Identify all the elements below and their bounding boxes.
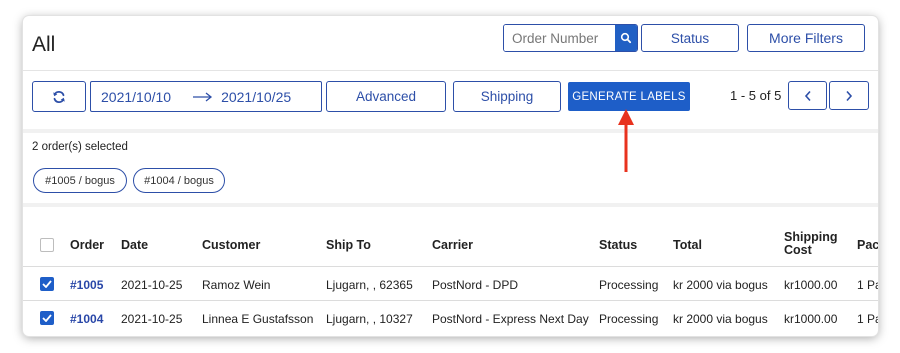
chevron-left-icon bbox=[804, 90, 811, 101]
date-to[interactable]: 2021/10/25 bbox=[221, 89, 291, 105]
column-header-label: Cost bbox=[784, 243, 812, 257]
order-date: 2021-10-25 bbox=[121, 278, 183, 292]
chevron-right-icon bbox=[846, 90, 853, 101]
search-icon bbox=[620, 32, 632, 44]
carrier: PostNord - Express Next Day bbox=[432, 312, 589, 326]
check-icon bbox=[42, 314, 52, 322]
row-checkbox[interactable] bbox=[40, 277, 54, 291]
check-icon bbox=[42, 280, 52, 288]
divider bbox=[23, 129, 878, 133]
refresh-icon bbox=[53, 90, 65, 103]
page-title: All bbox=[32, 33, 56, 56]
order-total: kr 2000 via bogus bbox=[673, 312, 768, 326]
column-header-label: Shipping bbox=[784, 230, 838, 244]
more-filters-button[interactable]: More Filters bbox=[747, 24, 865, 52]
column-header-total[interactable]: Total bbox=[673, 238, 702, 252]
column-header-shipping-cost[interactable]: Shipping Cost bbox=[784, 231, 837, 257]
ship-to: Ljugarn, , 10327 bbox=[326, 312, 413, 326]
column-header-order[interactable]: Order bbox=[70, 238, 104, 252]
column-header-ship-to[interactable]: Ship To bbox=[326, 238, 371, 252]
annotation-arrow-icon bbox=[618, 109, 634, 172]
generate-labels-button[interactable]: GENERATE LABELS bbox=[568, 82, 690, 111]
orders-panel: All Status More Filters 2021/10/10 bbox=[23, 16, 878, 336]
order-link[interactable]: #1005 bbox=[70, 278, 103, 292]
next-page-button[interactable] bbox=[829, 81, 869, 110]
pagination-info: 1 - 5 of 5 bbox=[730, 88, 782, 103]
row-divider bbox=[23, 300, 878, 301]
packages: 1 Pa bbox=[857, 278, 878, 292]
column-header-carrier[interactable]: Carrier bbox=[432, 238, 473, 252]
selected-order-chip[interactable]: #1004 / bogus bbox=[133, 168, 225, 193]
order-link[interactable]: #1004 bbox=[70, 312, 103, 326]
order-status: Processing bbox=[599, 278, 659, 292]
advanced-button[interactable]: Advanced bbox=[326, 81, 446, 112]
ship-to: Ljugarn, , 62365 bbox=[326, 278, 413, 292]
status-filter-button[interactable]: Status bbox=[641, 24, 739, 52]
date-range-picker[interactable]: 2021/10/10 2021/10/25 bbox=[90, 81, 322, 112]
column-header-status[interactable]: Status bbox=[599, 238, 637, 252]
prev-page-button[interactable] bbox=[788, 81, 827, 110]
order-number-input[interactable] bbox=[504, 25, 615, 51]
customer-name: Ramoz Wein bbox=[202, 278, 271, 292]
shipping-button[interactable]: Shipping bbox=[453, 81, 561, 112]
shipping-cost: kr1000.00 bbox=[784, 312, 838, 326]
row-checkbox[interactable] bbox=[40, 311, 54, 325]
arrow-right-icon bbox=[193, 91, 213, 102]
order-number-search bbox=[503, 24, 638, 52]
shipping-cost: kr1000.00 bbox=[784, 278, 838, 292]
row-divider bbox=[23, 266, 878, 267]
order-total: kr 2000 via bogus bbox=[673, 278, 768, 292]
column-header-packages[interactable]: Pac bbox=[857, 238, 878, 252]
selected-order-chip[interactable]: #1005 / bogus bbox=[33, 168, 127, 193]
column-header-date[interactable]: Date bbox=[121, 238, 148, 252]
order-date: 2021-10-25 bbox=[121, 312, 183, 326]
search-button[interactable] bbox=[615, 25, 637, 51]
packages: 1 Pa bbox=[857, 312, 878, 326]
select-all-checkbox[interactable] bbox=[40, 238, 54, 252]
carrier: PostNord - DPD bbox=[432, 278, 519, 292]
refresh-button[interactable] bbox=[32, 81, 86, 112]
date-from[interactable]: 2021/10/10 bbox=[101, 89, 171, 105]
divider bbox=[23, 203, 878, 207]
column-header-customer[interactable]: Customer bbox=[202, 238, 260, 252]
customer-name: Linnea E Gustafsson bbox=[202, 312, 314, 326]
order-status: Processing bbox=[599, 312, 659, 326]
divider bbox=[23, 70, 878, 71]
selection-count: 2 order(s) selected bbox=[32, 141, 128, 153]
